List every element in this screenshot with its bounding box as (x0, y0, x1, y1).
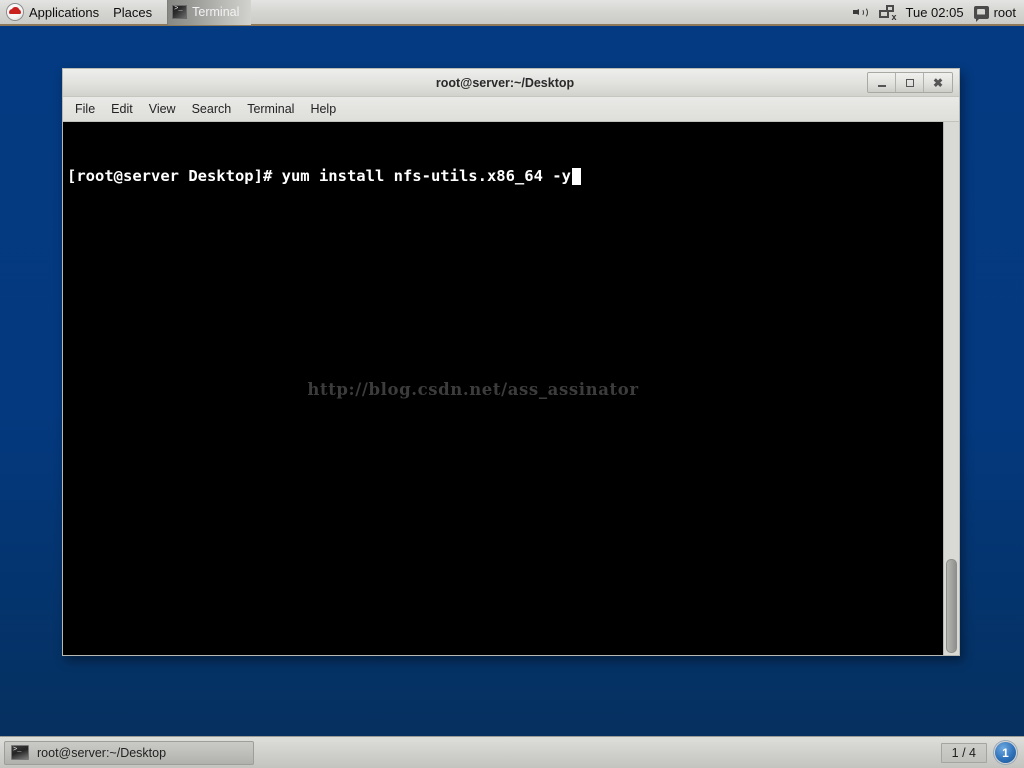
menu-view[interactable]: View (149, 102, 176, 116)
terminal-scrollbar-thumb[interactable] (946, 559, 957, 653)
window-list-item-terminal[interactable]: Terminal (167, 0, 252, 25)
terminal-icon (11, 745, 29, 760)
bottom-panel: root@server:~/Desktop 1 / 4 1 (0, 736, 1024, 768)
system-tray: x Tue 02:05 root (852, 4, 1024, 22)
places-menu[interactable]: Places (106, 0, 159, 24)
menu-file[interactable]: File (75, 102, 95, 116)
maximize-button[interactable] (896, 73, 924, 92)
watermark-text: http://blog.csdn.net/ass_assinator (307, 380, 639, 399)
applications-menu[interactable]: Applications (0, 0, 106, 24)
window-list-item-label: Terminal (192, 5, 240, 19)
terminal-screen[interactable]: [root@server Desktop]# yum install nfs-u… (63, 122, 959, 655)
window-list: Terminal (167, 0, 252, 25)
taskbar-item-terminal[interactable]: root@server:~/Desktop (4, 740, 254, 765)
volume-icon (852, 5, 869, 19)
terminal-prompt: [root@server Desktop]# (67, 167, 282, 185)
applications-menu-label: Applications (29, 4, 100, 20)
user-menu[interactable]: root (973, 4, 1016, 22)
user-name-label: root (993, 4, 1016, 20)
menu-search[interactable]: Search (192, 102, 232, 116)
menu-help[interactable]: Help (310, 102, 336, 116)
clock-label: Tue 02:05 (905, 4, 964, 20)
volume-tray-button[interactable] (852, 5, 869, 19)
network-tray-button[interactable]: x (878, 4, 897, 21)
taskbar-item-label: root@server:~/Desktop (37, 745, 167, 760)
redhat-logo-icon (7, 4, 23, 20)
terminal-window[interactable]: root@server:~/Desktop ✖ File Edit View S… (62, 68, 960, 656)
terminal-cursor (571, 167, 581, 185)
window-controls: ✖ (867, 72, 953, 93)
window-title: root@server:~/Desktop (435, 75, 575, 90)
terminal-command: yum install nfs-utils.x86_64 -y (281, 167, 571, 185)
user-chat-icon (973, 5, 989, 22)
clock[interactable]: Tue 02:05 (906, 5, 964, 20)
maximize-icon (905, 78, 914, 87)
menu-terminal[interactable]: Terminal (247, 102, 294, 116)
terminal-prompt-line: [root@server Desktop]# yum install nfs-u… (67, 166, 937, 186)
minimize-button[interactable] (868, 73, 896, 92)
places-menu-label: Places (113, 4, 153, 20)
window-titlebar[interactable]: root@server:~/Desktop ✖ (63, 69, 959, 97)
close-icon: ✖ (932, 75, 944, 90)
close-button[interactable]: ✖ (924, 73, 952, 92)
workspace-area: 1 / 4 1 (940, 742, 1024, 763)
menu-edit[interactable]: Edit (111, 102, 133, 116)
terminal-scrollbar[interactable] (943, 122, 959, 655)
network-disconnected-icon: x (878, 4, 897, 21)
terminal-output[interactable]: [root@server Desktop]# yum install nfs-u… (63, 122, 943, 655)
minimize-icon (877, 85, 886, 87)
terminal-menubar: File Edit View Search Terminal Help (63, 97, 959, 122)
workspace-switcher[interactable]: 1 / 4 (940, 742, 987, 763)
terminal-icon (172, 4, 188, 19)
top-panel: Applications Places Terminal x Tue 02:05 (0, 0, 1024, 26)
notification-badge[interactable]: 1 (995, 742, 1016, 763)
window-frame: root@server:~/Desktop ✖ File Edit View S… (62, 68, 960, 656)
